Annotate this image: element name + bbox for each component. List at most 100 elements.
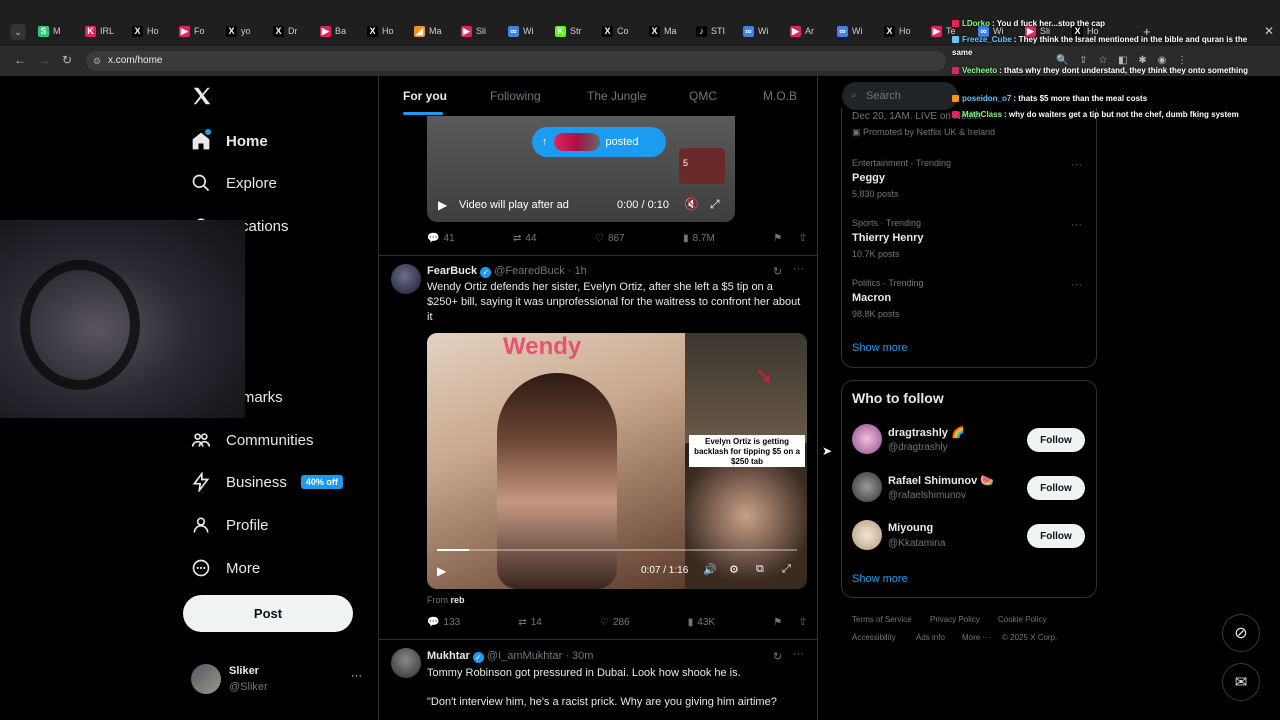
suggestion-name[interactable]: dragtrashly 🌈 <box>888 426 965 439</box>
suggestion-name[interactable]: Rafael Shimunov 🍉 <box>888 474 994 487</box>
like-button[interactable]: ♡ 286 <box>600 617 630 628</box>
trend-more-icon[interactable]: ··· <box>1071 279 1082 291</box>
tweet-more-icon[interactable]: ··· <box>793 648 804 660</box>
like-button[interactable]: ♡ 867 <box>595 233 625 244</box>
tab-qmc[interactable]: QMC <box>689 89 717 103</box>
browser-tab[interactable]: X Ho <box>884 22 926 40</box>
fullscreen-icon[interactable]: ⤢ <box>782 563 791 576</box>
bookmark-button[interactable]: ⚑ ⇧ <box>773 233 807 244</box>
forward-icon[interactable]: → <box>38 53 50 67</box>
account-switcher[interactable]: Sliker @Sliker ··· <box>186 660 366 700</box>
share-icon[interactable]: ⇧ <box>799 617 807 628</box>
browser-tab[interactable]: ∞ Wi <box>837 22 879 40</box>
browser-tab[interactable]: ▶ Fo <box>179 22 221 40</box>
post-button[interactable]: Post <box>183 595 353 632</box>
account-more-icon[interactable]: ··· <box>351 670 362 682</box>
suggestion-avatar[interactable] <box>852 424 882 454</box>
tweet-time[interactable]: · 30m <box>565 650 593 662</box>
share-icon[interactable]: ⇧ <box>799 233 807 244</box>
follow-show-more[interactable]: Show more <box>852 573 908 585</box>
pip-icon[interactable]: ⧉ <box>756 563 764 576</box>
suggestion-avatar[interactable] <box>852 472 882 502</box>
video-progress-track[interactable] <box>437 549 797 551</box>
browser-tab[interactable]: X Ho <box>132 22 174 40</box>
browser-tab[interactable]: K Str <box>555 22 597 40</box>
close-window-icon[interactable]: ✕ <box>1264 24 1274 38</box>
browser-tab[interactable]: Xyo <box>226 22 268 40</box>
volume-icon[interactable]: 🔊 <box>703 563 717 576</box>
grok-icon[interactable]: ↻ <box>773 265 782 278</box>
tweet-author-handle[interactable]: @I_amMukhtar <box>487 650 562 662</box>
footer-more[interactable]: More ··· <box>962 633 990 642</box>
grok-float-button[interactable]: ⊘ <box>1222 614 1260 652</box>
x-logo-icon[interactable] <box>191 85 213 107</box>
browser-tab[interactable]: ∞ Wi <box>508 22 550 40</box>
profile-icon[interactable]: ◉ <box>1158 55 1167 66</box>
site-info-icon[interactable]: ⚙ <box>93 51 101 71</box>
fullscreen-icon[interactable]: ⤢ <box>710 197 720 212</box>
suggestion-name[interactable]: Miyoung <box>888 522 933 534</box>
browser-tab[interactable]: K IRL <box>85 22 127 40</box>
views-button[interactable]: ▮ 8.7M <box>683 233 715 244</box>
nav-item-communities[interactable]: Communities <box>190 425 314 455</box>
tab-for-you[interactable]: For you <box>403 89 447 103</box>
views-button[interactable]: ▮ 43K <box>688 617 715 628</box>
browser-tab[interactable]: X Co <box>602 22 644 40</box>
search-input[interactable]: ⌕ Search <box>842 82 958 110</box>
tweet-time[interactable]: · 1h <box>568 265 587 277</box>
nav-item-more[interactable]: More <box>190 553 260 583</box>
star-icon[interactable]: ☆ <box>1098 55 1107 66</box>
tab-mob[interactable]: M.O.B <box>763 89 797 103</box>
browser-tab[interactable]: ▶ Ar <box>790 22 832 40</box>
follow-button[interactable]: Follow <box>1027 524 1085 548</box>
reply-button[interactable]: 💬 41 <box>427 233 455 244</box>
messages-float-button[interactable]: ✉ <box>1222 663 1260 701</box>
trends-show-more[interactable]: Show more <box>852 342 908 354</box>
follow-button[interactable]: Follow <box>1027 476 1085 500</box>
tweet-more-icon[interactable]: ··· <box>793 263 804 275</box>
grok-icon[interactable]: ↻ <box>773 650 782 663</box>
tweet-author-name[interactable]: FearBuck <box>427 265 477 277</box>
address-bar[interactable]: ⚙ x.com/home <box>86 51 946 71</box>
footer-accessibility[interactable]: Accessibility <box>852 633 896 642</box>
zoom-icon[interactable]: 🔍 <box>1056 55 1068 66</box>
browser-tab[interactable]: SM <box>38 22 80 40</box>
browser-tab[interactable]: ◢ Ma <box>414 22 456 40</box>
settings-icon[interactable]: ⚙ <box>729 563 739 576</box>
trend-more-icon[interactable]: ··· <box>1071 219 1082 231</box>
nav-item-business[interactable]: Business 40% off <box>190 467 343 497</box>
tweet-avatar[interactable] <box>391 648 421 678</box>
tab-search-button[interactable]: ⌄ <box>10 24 26 40</box>
bookmark-button[interactable]: ⚑ ⇧ <box>773 617 807 628</box>
browser-tab[interactable]: X Dr <box>273 22 315 40</box>
tweet-avatar[interactable] <box>391 264 421 294</box>
suggestion-avatar[interactable] <box>852 520 882 550</box>
footer-terms[interactable]: Terms of Service <box>852 615 912 624</box>
reply-button[interactable]: 💬 133 <box>427 617 460 628</box>
video-play-icon[interactable]: ▶ <box>438 198 447 212</box>
retweet-button[interactable]: ⇄ 44 <box>513 233 537 244</box>
extension-icon[interactable]: ◧ <box>1118 55 1127 66</box>
video-play-icon[interactable]: ▶ <box>437 564 446 578</box>
nav-item-explore[interactable]: Explore <box>190 168 277 198</box>
new-posts-pill[interactable]: ↑ posted <box>532 127 666 157</box>
trend-name[interactable]: Macron <box>852 292 891 304</box>
extensions-puzzle-icon[interactable]: ✱ <box>1138 55 1146 66</box>
back-icon[interactable]: ← <box>14 53 26 67</box>
nav-item-profile[interactable]: Profile <box>190 510 269 540</box>
browser-tab[interactable]: ∞ Wi <box>743 22 785 40</box>
browser-tab[interactable]: X Ma <box>649 22 691 40</box>
cast-icon[interactable]: ⇪ <box>1079 55 1087 66</box>
trend-more-icon[interactable]: ··· <box>1071 159 1082 171</box>
trend-name[interactable]: Thierry Henry <box>852 232 924 244</box>
browser-tab[interactable]: ▶ Sli <box>461 22 503 40</box>
mute-icon[interactable]: 🔇 <box>684 197 699 211</box>
nav-item-home[interactable]: Home <box>190 126 268 156</box>
from-user[interactable]: reb <box>451 595 465 605</box>
browser-tab[interactable]: ▶ Ba <box>320 22 362 40</box>
follow-button[interactable]: Follow <box>1027 428 1085 452</box>
browser-tab[interactable]: ♪ STI <box>696 22 738 40</box>
tweet-author-name[interactable]: Mukhtar <box>427 650 470 662</box>
retweet-button[interactable]: ⇄ 14 <box>518 617 542 628</box>
reload-icon[interactable]: ↻ <box>62 53 72 67</box>
